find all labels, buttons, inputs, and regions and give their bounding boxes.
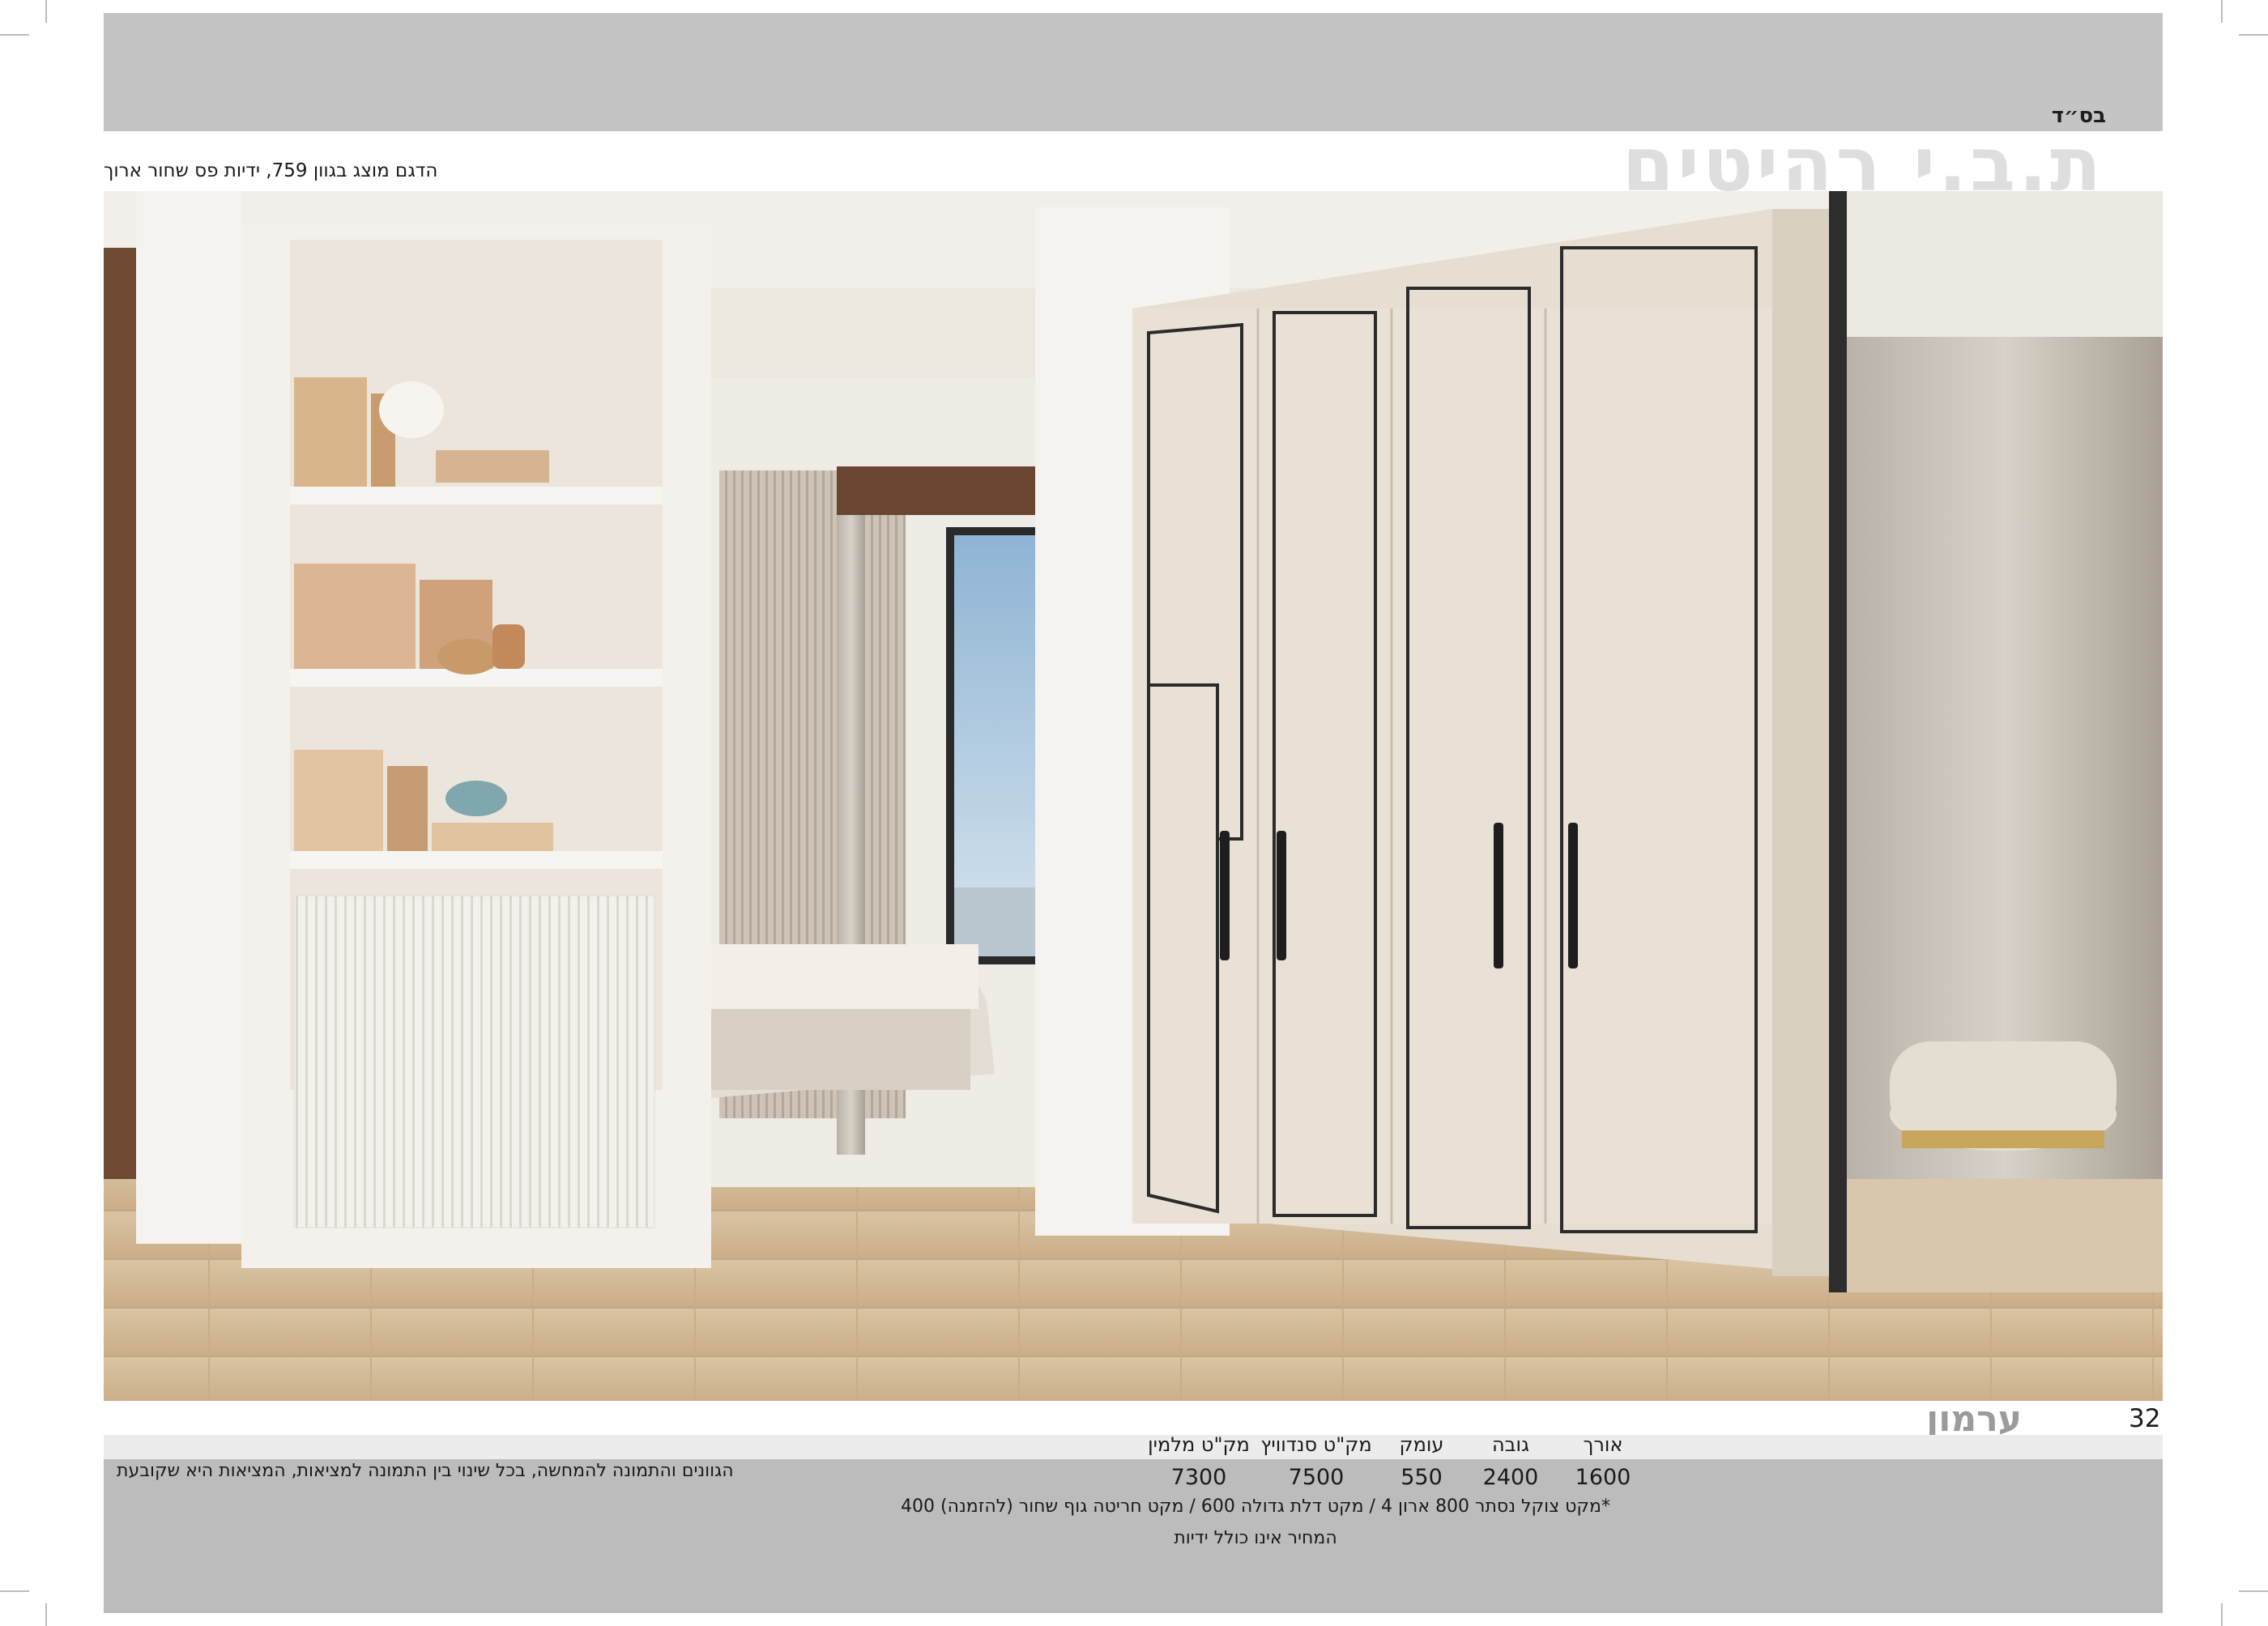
product-photo	[104, 191, 2163, 1401]
crop-mark	[2221, 1603, 2223, 1626]
page-number: 32	[2129, 1404, 2161, 1433]
spec-value-length: 1600	[1575, 1465, 1631, 1490]
crop-mark	[45, 1603, 47, 1626]
spec-value-depth: 550	[1400, 1465, 1443, 1490]
spec-header-melamine-sku: מק"ט מלמין	[1148, 1433, 1250, 1456]
crop-mark	[0, 34, 29, 36]
spec-value-sandwich-sku: 7500	[1288, 1465, 1345, 1490]
model-caption: הדגם מוצג בגוון 759, ידיות פס שחור ארוך	[104, 160, 438, 181]
spec-value-height: 2400	[1482, 1465, 1539, 1490]
spec-header-sandwich-sku: מק"ט סנדוויץ	[1260, 1433, 1372, 1456]
header-band	[104, 13, 2163, 131]
disclaimer: הגוונים והתמונה להמחשה, בכל שינוי בין הת…	[117, 1461, 734, 1481]
spec-value-melamine-sku: 7300	[1170, 1465, 1227, 1490]
crop-mark	[2239, 34, 2268, 36]
sku-note: *מקט צוקל נסתר 800 ארון 4 / מקט דלת גדול…	[901, 1496, 1610, 1517]
spec-header-length: אורך	[1583, 1433, 1623, 1456]
crop-mark	[2239, 1590, 2268, 1592]
spec-header-depth: עומק	[1399, 1433, 1444, 1456]
crop-mark	[45, 0, 47, 23]
spec-header-height: גובה	[1492, 1433, 1529, 1456]
price-note: המחיר אינו כולל ידיות	[1174, 1528, 1337, 1548]
spec-band-light	[104, 1435, 2163, 1459]
crop-mark	[2221, 0, 2223, 23]
model-name: ערמון	[1926, 1398, 2022, 1440]
crop-mark	[0, 1590, 29, 1592]
